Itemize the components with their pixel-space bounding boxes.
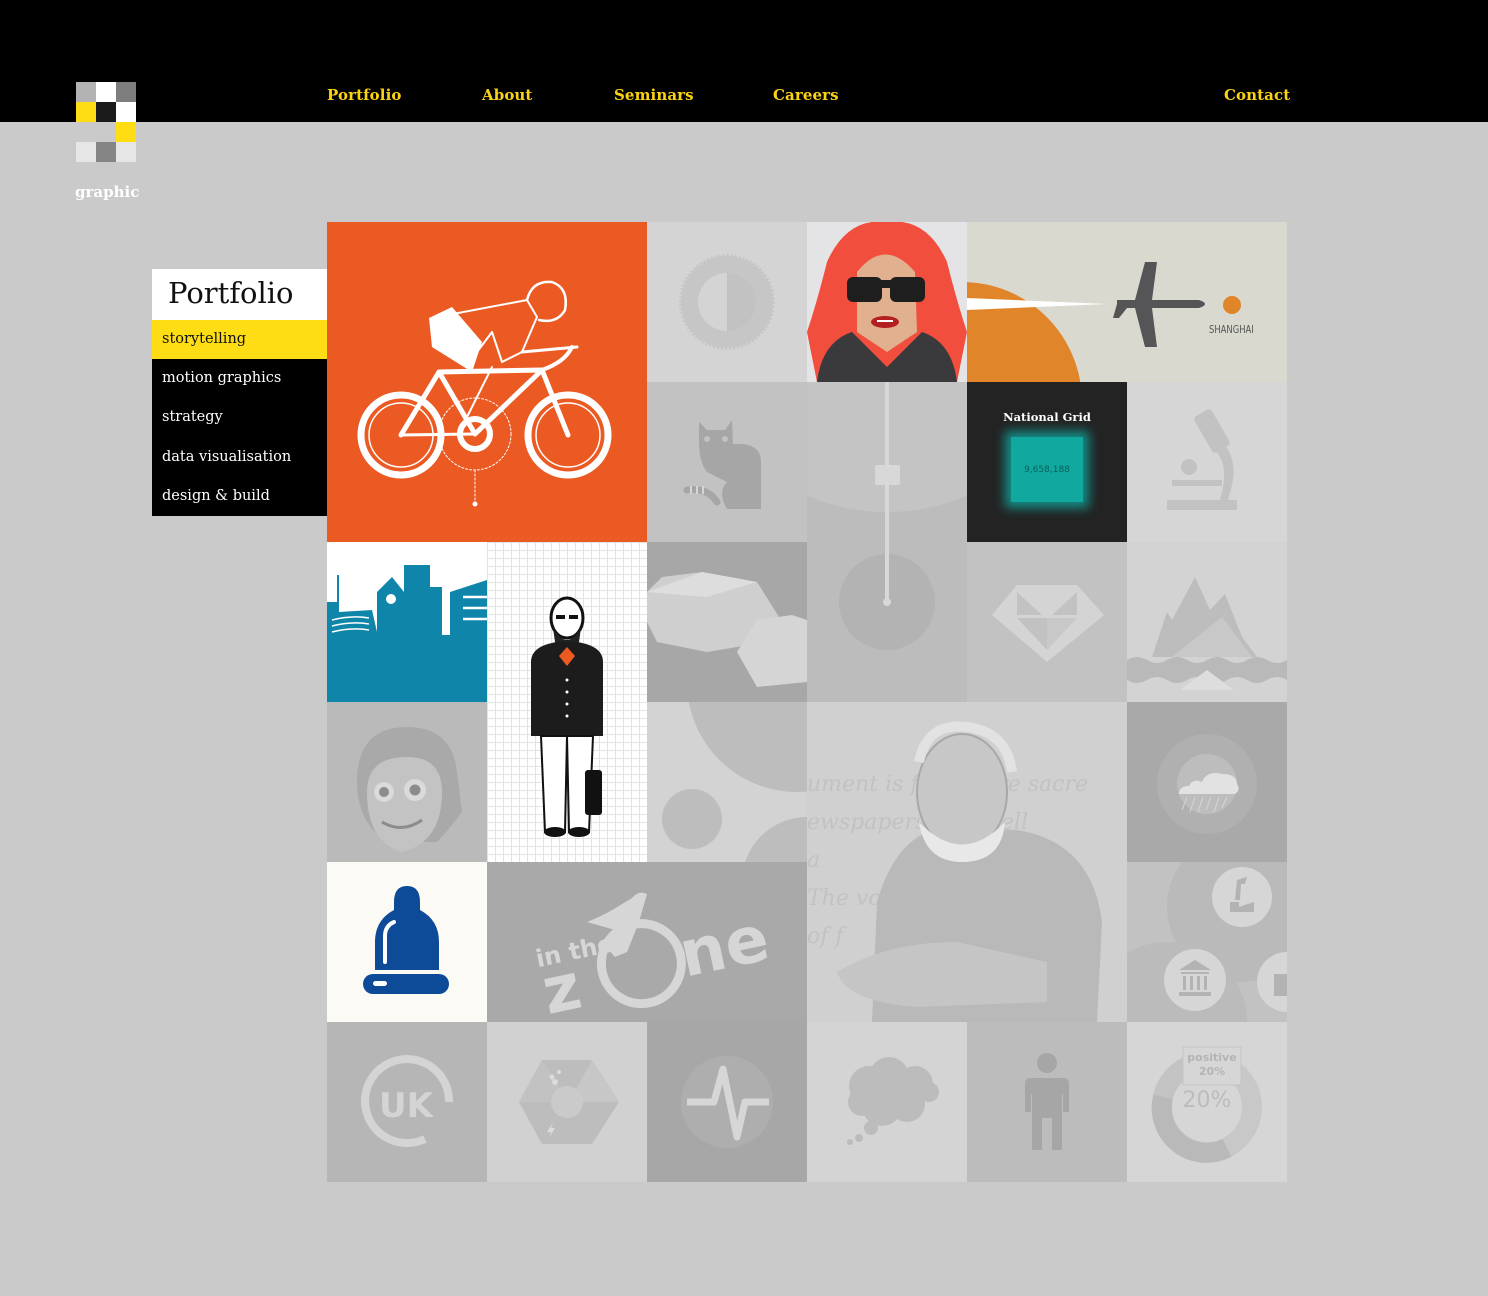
tile-thought[interactable]	[807, 1022, 967, 1182]
svg-text:ne: ne	[673, 902, 775, 993]
uk-logo: UK	[361, 1055, 454, 1147]
logo-mark[interactable]	[76, 82, 136, 162]
svg-text:UK: UK	[379, 1086, 435, 1126]
portfolio-grid: SHANGHAI National Grid 9,658,188 ument i…	[327, 222, 1287, 1182]
plane-city-label: SHANGHAI	[1209, 323, 1254, 336]
submenu-item-data-visualisation[interactable]: data visualisation	[152, 438, 327, 477]
submenu-list: storytelling motion graphics strategy data …	[152, 320, 327, 516]
donut-tag-line2: 20%	[1198, 1065, 1226, 1078]
in-the-zone-logo: in the z ne	[533, 892, 775, 1022]
logo-square	[116, 142, 136, 162]
tile-cat[interactable]	[647, 382, 807, 542]
donut-center-value: 20%	[1182, 1088, 1232, 1113]
logo-square	[116, 82, 136, 102]
mountain-sea-illustration	[1127, 577, 1287, 690]
submenu-title: Portfolio	[152, 269, 335, 320]
businessman-illustration	[531, 596, 603, 837]
submenu-item-design-build[interactable]: design & build	[152, 477, 327, 516]
tile-rocks[interactable]	[647, 542, 807, 702]
tile-pendulum[interactable]	[807, 382, 967, 702]
submenu-item-storytelling[interactable]: storytelling	[152, 320, 327, 360]
nav-contact[interactable]: Contact	[1224, 86, 1290, 104]
tile-mountain[interactable]	[1127, 542, 1287, 702]
hexagon-infographic	[519, 1060, 619, 1144]
person-icon	[1025, 1053, 1069, 1150]
portfolio-submenu: Portfolio storytelling motion graphics str…	[152, 269, 335, 516]
circles-pattern	[662, 702, 807, 862]
logo-square	[76, 122, 96, 142]
rain-cloud-icon	[1157, 734, 1257, 834]
microscope-icon	[1167, 409, 1237, 510]
cat-icon	[683, 420, 761, 509]
national-grid-title: National Grid	[1003, 410, 1091, 424]
tile-businessman[interactable]	[487, 542, 647, 862]
logo-square	[96, 142, 116, 162]
submenu-item-motion-graphics[interactable]: motion graphics	[152, 359, 327, 398]
tile-uk[interactable]: UK	[327, 1022, 487, 1182]
tile-bell[interactable]	[327, 862, 487, 1022]
logo-square	[116, 102, 136, 122]
tile-redhead[interactable]	[807, 222, 967, 382]
tile-old-man[interactable]: ument is fr ts are sacre ewspapers well …	[807, 702, 1127, 1022]
logo-text[interactable]: graphic	[75, 183, 139, 201]
tile-national-grid[interactable]: National Grid 9,658,188	[967, 382, 1127, 542]
tile-girl[interactable]	[327, 702, 487, 862]
logo-square	[76, 102, 96, 122]
logo-square	[76, 82, 96, 102]
nav-careers[interactable]: Careers	[773, 86, 839, 104]
tile-hexagon[interactable]	[487, 1022, 647, 1182]
pendulum-slider-graphic	[807, 382, 967, 650]
tile-dial[interactable]	[647, 222, 807, 382]
contrast-dial-icon	[679, 254, 775, 350]
nav-portfolio[interactable]: Portfolio	[327, 86, 401, 104]
national-grid-value: 9,658,188	[1011, 437, 1083, 502]
tile-in-the-zone[interactable]: in the z ne	[487, 862, 807, 1022]
tile-microscope[interactable]	[1127, 382, 1287, 542]
donut-tag-line1: positive	[1187, 1051, 1237, 1064]
tile-plane[interactable]: SHANGHAI	[967, 222, 1287, 382]
tile-weather[interactable]	[1127, 702, 1287, 862]
logo-square	[96, 102, 116, 122]
bell-icon	[363, 886, 449, 994]
logo-square	[96, 82, 116, 102]
diamond-icon	[992, 585, 1104, 662]
tile-cyclist[interactable]	[327, 222, 647, 542]
plane-icon	[967, 262, 1241, 382]
logo-square	[116, 122, 136, 142]
city-skyline-illustration	[327, 565, 487, 702]
low-poly-rocks	[647, 572, 807, 687]
nav-seminars[interactable]: Seminars	[614, 86, 694, 104]
tile-industry[interactable]	[1127, 862, 1287, 1022]
tile-skyline[interactable]	[327, 542, 487, 702]
tile-diamond[interactable]	[967, 542, 1127, 702]
cartoon-girl-illustration	[357, 727, 462, 852]
submenu-item-strategy[interactable]: strategy	[152, 398, 327, 437]
logo-square	[96, 122, 116, 142]
logo-square	[76, 142, 96, 162]
tile-circles[interactable]	[647, 702, 807, 862]
tile-pulse[interactable]	[647, 1022, 807, 1182]
tile-donut[interactable]: positive 20% 20%	[1127, 1022, 1287, 1182]
nav-about[interactable]: About	[482, 86, 532, 104]
old-man-portrait	[837, 721, 1102, 1022]
cyclist-icon	[357, 280, 612, 507]
thought-bubble-icon	[847, 1057, 939, 1145]
pulse-icon	[681, 1056, 773, 1148]
woman-sunglasses-illustration	[807, 222, 967, 382]
donut-tag: positive 20%	[1183, 1051, 1241, 1079]
industry-icons	[1127, 862, 1287, 1022]
tile-person[interactable]	[967, 1022, 1127, 1182]
